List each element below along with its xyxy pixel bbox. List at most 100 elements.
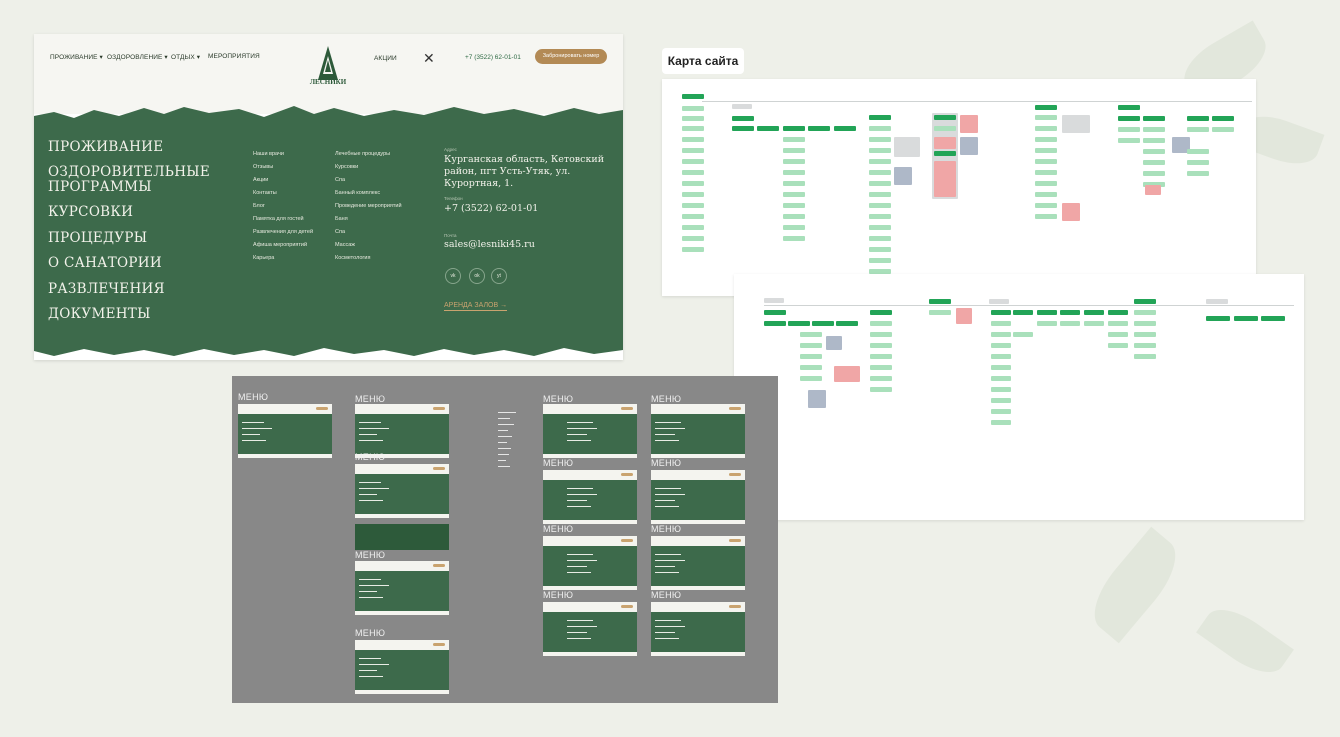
menu-link-about[interactable]: О САНАТОРИИ	[48, 256, 162, 271]
menu-thumbnail[interactable]	[355, 464, 449, 518]
sitemap-node	[834, 366, 860, 382]
sitemap-node	[934, 115, 956, 120]
sitemap-node	[1134, 354, 1156, 359]
sitemap-node	[682, 116, 704, 121]
sitemap-node	[682, 203, 704, 208]
menu-thumbnail[interactable]	[651, 404, 745, 458]
sitemap-node	[1143, 149, 1165, 154]
submenu-link[interactable]: Курсовки	[335, 164, 358, 170]
frame-label: МЕНЮ	[355, 452, 386, 462]
sitemap-node	[826, 336, 842, 350]
sitemap-node	[1118, 127, 1140, 132]
sitemap-node	[869, 126, 891, 131]
menu-link-documents[interactable]: ДОКУМЕНТЫ	[48, 307, 151, 322]
menu-thumbnail[interactable]	[651, 470, 745, 524]
sitemap-node	[1187, 127, 1209, 132]
sitemap-node	[869, 148, 891, 153]
submenu-link[interactable]: Баня	[335, 216, 348, 222]
note-line	[498, 412, 516, 413]
nav-item-health[interactable]: ОЗДОРОВЛЕНИЕ ▾	[107, 53, 168, 61]
email-value[interactable]: sales@lesniki45.ru	[444, 239, 535, 251]
sitemap-node	[991, 310, 1011, 315]
sitemap-node	[682, 106, 704, 111]
close-icon[interactable]: ✕	[423, 51, 435, 65]
submenu-link[interactable]: Контакты	[253, 190, 277, 196]
sitemap-node	[836, 321, 858, 326]
menu-thumbnail[interactable]	[543, 536, 637, 590]
sitemap-node	[808, 390, 826, 408]
frame-label: МЕНЮ	[238, 392, 269, 402]
menu-link-courses[interactable]: КУРСОВКИ	[48, 205, 133, 220]
frame-label: МЕНЮ	[651, 524, 682, 534]
sitemap-node	[1206, 316, 1230, 321]
menu-thumbnail[interactable]	[543, 470, 637, 524]
menu-thumbnail[interactable]	[238, 404, 332, 458]
vk-icon[interactable]: vk	[445, 268, 461, 284]
menu-link-entertainment[interactable]: РАЗВЛЕЧЕНИЯ	[48, 282, 165, 297]
frame-label: МЕНЮ	[651, 590, 682, 600]
menu-thumbnail[interactable]	[355, 404, 449, 458]
sitemap-node	[800, 365, 822, 370]
sitemap-node	[783, 126, 805, 131]
menu-link-procedures[interactable]: ПРОЦЕДУРЫ	[48, 231, 147, 246]
nav-item-promo[interactable]: АКЦИИ	[374, 55, 397, 62]
submenu-link[interactable]: Наши врачи	[253, 151, 284, 157]
sitemap-node	[991, 420, 1011, 425]
menu-thumbnail[interactable]	[651, 602, 745, 656]
sitemap-node	[757, 126, 779, 131]
header-phone[interactable]: +7 (3522) 62-01-01	[465, 54, 521, 61]
phone-value[interactable]: +7 (3522) 62-01-01	[444, 203, 538, 215]
menu-thumbnail[interactable]	[543, 602, 637, 656]
menu-thumbnail[interactable]	[651, 536, 745, 590]
nav-item-living[interactable]: ПРОЖИВАНИЕ ▾	[50, 53, 103, 61]
sitemap-node	[1084, 310, 1104, 315]
sitemap-node	[1084, 321, 1104, 326]
nav-item-events[interactable]: МЕРОПРИЯТИЯ	[208, 53, 260, 60]
submenu-link[interactable]: Отзывы	[253, 164, 273, 170]
sitemap-node	[1187, 116, 1209, 121]
sitemap-node	[991, 354, 1011, 359]
sitemap-node	[869, 115, 891, 120]
submenu-link[interactable]: Банный комплекс	[335, 190, 380, 196]
sitemap-node	[1035, 192, 1057, 197]
menu-link-programs[interactable]: ОЗДОРОВИТЕЛЬНЫЕ ПРОГРАММЫ	[48, 165, 218, 195]
book-room-button[interactable]: Забронировать номер	[535, 49, 607, 64]
sitemap-node	[1134, 332, 1156, 337]
chevron-down-icon: ▾	[196, 54, 201, 61]
sitemap-node	[989, 299, 1009, 304]
menu-thumbnail[interactable]	[355, 561, 449, 615]
sitemap-title: Карта сайта	[662, 48, 744, 74]
submenu-link[interactable]: Спа	[335, 177, 345, 183]
sitemap-node	[834, 126, 856, 131]
sitemap-node	[870, 387, 892, 392]
submenu-link[interactable]: Карьера	[253, 255, 274, 261]
sitemap-node	[960, 115, 978, 133]
submenu-link[interactable]: Блог	[253, 203, 265, 209]
ok-icon[interactable]: ok	[469, 268, 485, 284]
sitemap-node	[1143, 171, 1165, 176]
submenu-link[interactable]: Афиша мероприятий	[253, 242, 307, 248]
submenu-link[interactable]: Лечебные процедуры	[335, 151, 390, 157]
sitemap-node	[682, 236, 704, 241]
rent-halls-link[interactable]: АРЕНДА ЗАЛОВ →	[444, 302, 508, 311]
note-line	[498, 466, 510, 467]
sitemap-node	[788, 321, 810, 326]
menu-link-living[interactable]: ПРОЖИВАНИЕ	[48, 140, 163, 155]
submenu-link[interactable]: Акции	[253, 177, 268, 183]
submenu-link[interactable]: Проведение мероприятий	[335, 203, 402, 209]
sitemap-node	[682, 247, 704, 252]
submenu-link[interactable]: Массаж	[335, 242, 355, 248]
sitemap-node	[1134, 299, 1156, 304]
nav-item-rest[interactable]: ОТДЫХ ▾	[171, 53, 200, 61]
sitemap-node	[783, 137, 805, 142]
menu-thumbnail[interactable]	[355, 640, 449, 694]
submenu-link[interactable]: Развлечения для детей	[253, 229, 313, 235]
logo-text: ЛЕСНИКИ	[309, 78, 347, 86]
submenu-link[interactable]: Косметология	[335, 255, 370, 261]
submenu-link[interactable]: Спа	[335, 229, 345, 235]
youtube-icon[interactable]: yt	[491, 268, 507, 284]
submenu-link[interactable]: Памятка для гостей	[253, 216, 304, 222]
menu-thumbnail[interactable]	[543, 404, 637, 458]
note-line	[498, 454, 509, 455]
sitemap-node	[1108, 343, 1128, 348]
